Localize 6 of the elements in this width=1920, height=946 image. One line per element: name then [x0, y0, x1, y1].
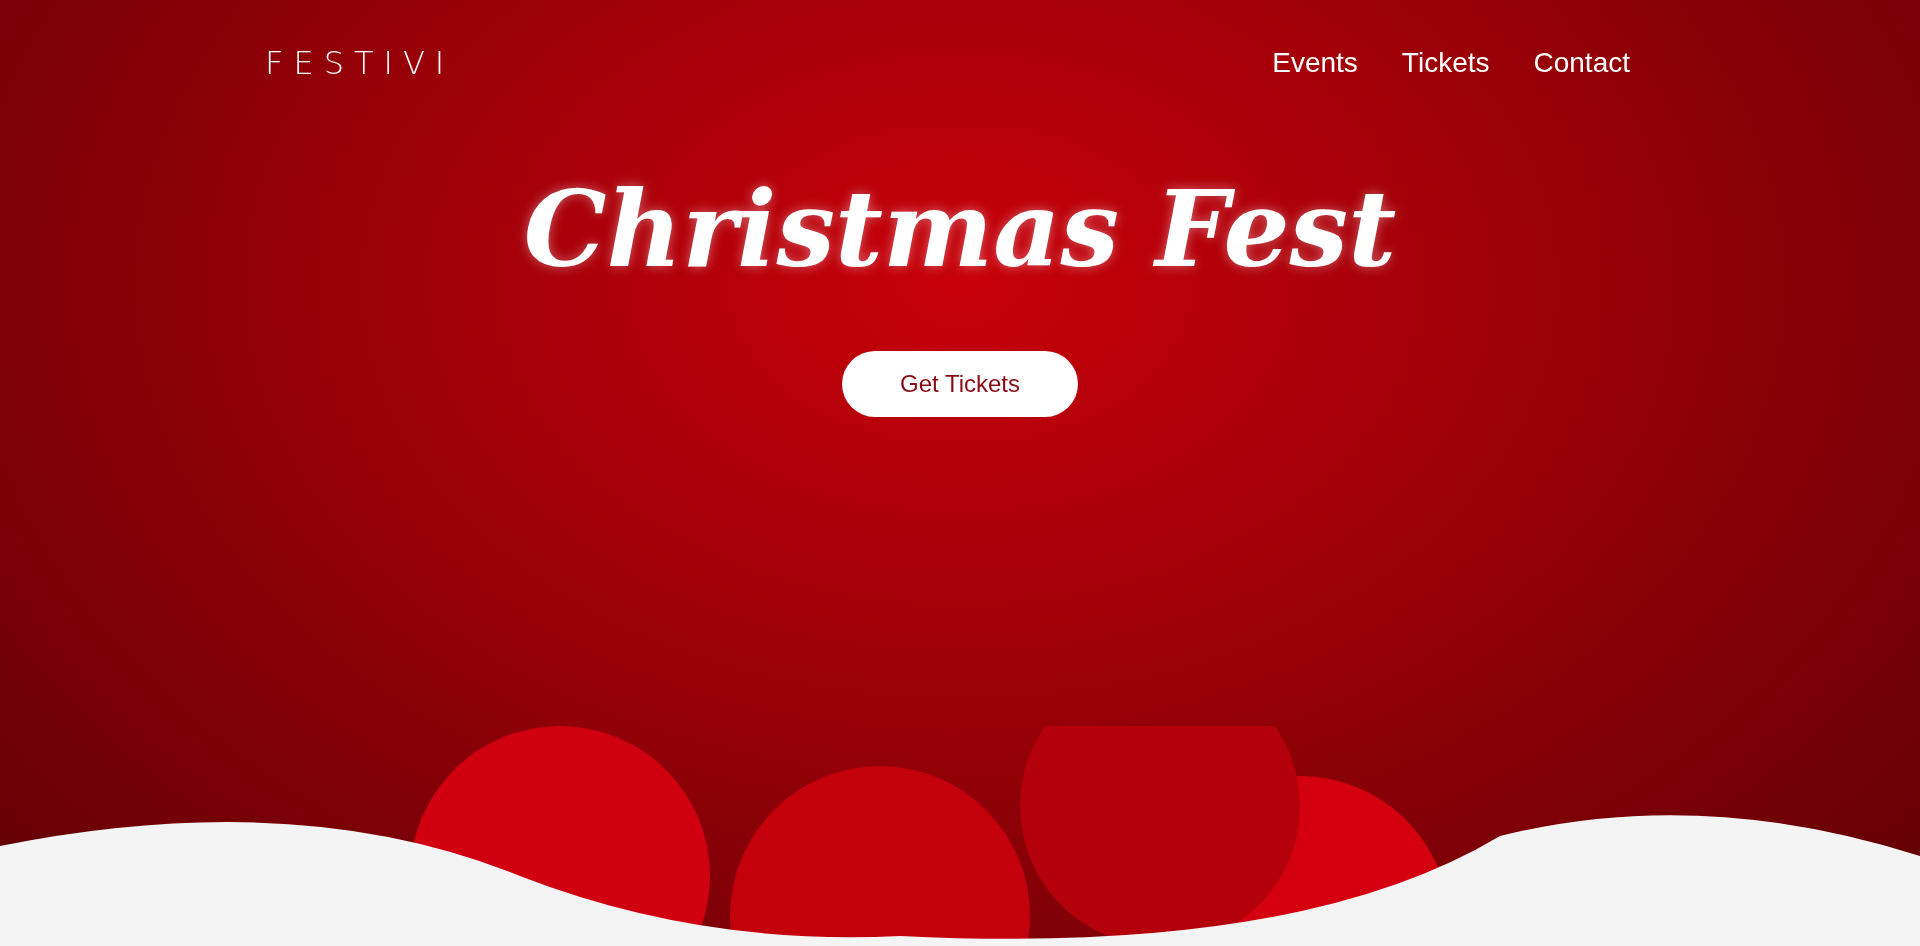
nav-link[interactable]: Contact: [1533, 47, 1630, 79]
nav-link[interactable]: Events: [1272, 47, 1358, 79]
get-tickets-button[interactable]: Get Tickets: [842, 351, 1078, 417]
nav-link[interactable]: Tickets: [1401, 47, 1490, 79]
logo[interactable]: FESTIVI: [265, 44, 455, 82]
hero-title: Christmas Fest: [523, 168, 1397, 291]
